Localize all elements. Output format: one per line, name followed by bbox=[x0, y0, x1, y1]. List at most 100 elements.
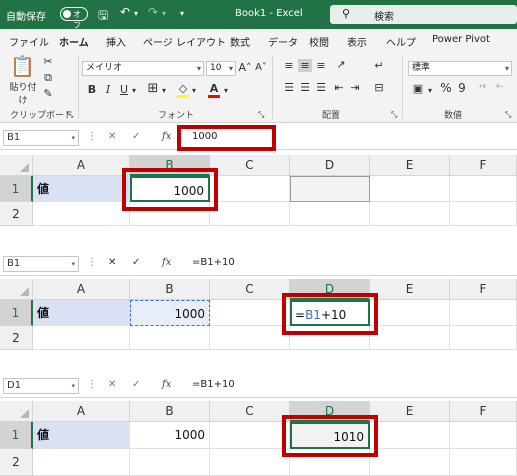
font-launcher-icon[interactable]: ⤡ bbox=[258, 108, 264, 121]
font-color-icon[interactable]: A bbox=[208, 82, 220, 95]
cell-b2[interactable] bbox=[130, 449, 210, 476]
cell-e2[interactable] bbox=[370, 202, 450, 226]
cut-icon[interactable]: ✂ bbox=[42, 55, 54, 68]
cell-e2[interactable] bbox=[370, 449, 450, 476]
copy-icon[interactable]: ⧉ bbox=[42, 71, 54, 84]
tab-power-pivot[interactable]: Power Pivot bbox=[432, 34, 490, 45]
align-center-icon[interactable]: ☰ bbox=[298, 81, 312, 94]
cancel-icon[interactable]: ✕ bbox=[108, 131, 116, 142]
clipboard-launcher-icon[interactable]: ⤡ bbox=[67, 108, 73, 121]
cell-b1[interactable]: 1000 bbox=[130, 300, 210, 326]
redo-icon[interactable]: ↷ bbox=[148, 5, 158, 19]
cell-c1[interactable] bbox=[210, 422, 290, 449]
cell-c1[interactable] bbox=[210, 176, 290, 202]
bold-button[interactable]: B bbox=[86, 83, 98, 96]
row-header-2[interactable]: 2 bbox=[0, 202, 33, 226]
row-header-1[interactable]: 1 bbox=[0, 300, 33, 326]
name-box[interactable]: D1 ▾ bbox=[3, 378, 79, 394]
select-all-corner[interactable] bbox=[0, 155, 33, 176]
align-right-icon[interactable]: ☰ bbox=[314, 81, 328, 94]
tab-formulas[interactable]: 数式 bbox=[230, 34, 250, 49]
column-header-c[interactable]: C bbox=[210, 279, 290, 300]
column-header-c[interactable]: C bbox=[210, 155, 290, 176]
insert-function-icon[interactable]: fx bbox=[162, 379, 171, 390]
cell-a1[interactable]: 値 bbox=[33, 422, 130, 449]
tab-insert[interactable]: 挿入 bbox=[106, 34, 126, 49]
cell-e1[interactable] bbox=[370, 300, 450, 326]
orientation-icon[interactable]: ↗ bbox=[334, 58, 348, 71]
cell-b2[interactable] bbox=[130, 326, 210, 350]
percent-button[interactable]: % bbox=[440, 82, 452, 95]
enter-icon[interactable]: ✓ bbox=[132, 257, 140, 268]
row-header-2[interactable]: 2 bbox=[0, 449, 33, 476]
cell-c2[interactable] bbox=[210, 326, 290, 350]
font-name-dropdown[interactable]: メイリオ ▾ bbox=[82, 61, 204, 76]
chevron-down-icon[interactable]: ▾ bbox=[130, 84, 138, 97]
undo-icon[interactable]: ↶ bbox=[120, 5, 130, 19]
underline-button[interactable]: U bbox=[118, 83, 130, 96]
tab-help[interactable]: ヘルプ bbox=[386, 34, 416, 49]
cell-c1[interactable] bbox=[210, 300, 290, 326]
cell-c2[interactable] bbox=[210, 202, 290, 226]
tab-file[interactable]: ファイル bbox=[9, 34, 49, 49]
cell-e2[interactable] bbox=[370, 326, 450, 350]
decrease-indent-icon[interactable]: ⇤ bbox=[332, 81, 346, 94]
column-header-f[interactable]: F bbox=[450, 279, 517, 300]
undo-dropdown-icon[interactable]: ▾ bbox=[134, 9, 138, 18]
cell-a2[interactable] bbox=[33, 449, 130, 476]
align-middle-icon[interactable]: ≡ bbox=[298, 59, 312, 72]
chevron-down-icon[interactable]: ▾ bbox=[426, 84, 434, 97]
autosave-toggle[interactable]: オフ bbox=[60, 7, 88, 30]
cell-a2[interactable] bbox=[33, 326, 130, 350]
insert-function-icon[interactable]: fx bbox=[162, 131, 171, 142]
cancel-icon[interactable]: ✕ bbox=[108, 257, 116, 268]
cell-f2[interactable] bbox=[450, 202, 517, 226]
increase-decimal-icon[interactable]: ⁺⁰ bbox=[474, 81, 490, 94]
format-painter-icon[interactable]: ✎ bbox=[42, 87, 54, 100]
column-header-a[interactable]: A bbox=[33, 155, 130, 176]
chevron-down-icon[interactable]: ▾ bbox=[160, 84, 168, 97]
cell-f1[interactable] bbox=[450, 300, 517, 326]
cell-a1[interactable]: 値 bbox=[33, 300, 130, 326]
font-size-dropdown[interactable]: 10 ▾ bbox=[206, 61, 236, 76]
column-header-c[interactable]: C bbox=[210, 401, 290, 422]
enter-icon[interactable]: ✓ bbox=[132, 131, 140, 142]
tab-view[interactable]: 表示 bbox=[347, 34, 367, 49]
cell-d2[interactable] bbox=[290, 202, 370, 226]
cell-f1[interactable] bbox=[450, 422, 517, 449]
chevron-down-icon[interactable]: ▾ bbox=[222, 84, 230, 97]
save-icon[interactable]: 🖫 bbox=[98, 6, 108, 27]
number-launcher-icon[interactable]: ⤡ bbox=[505, 108, 511, 121]
chevron-down-icon[interactable]: ▾ bbox=[190, 84, 198, 97]
tab-data[interactable]: データ bbox=[268, 34, 298, 49]
currency-icon[interactable]: ▣ bbox=[410, 82, 426, 95]
column-header-d[interactable]: D bbox=[290, 155, 370, 176]
column-header-e[interactable]: E bbox=[370, 401, 450, 422]
paste-label[interactable]: 貼り付け bbox=[6, 82, 40, 108]
decrease-font-icon[interactable]: A˅ bbox=[254, 61, 268, 74]
column-header-b[interactable]: B bbox=[130, 401, 210, 422]
cell-a1[interactable]: 値 bbox=[33, 176, 130, 202]
name-box[interactable]: B1 ▾ bbox=[3, 130, 79, 146]
column-header-e[interactable]: E bbox=[370, 279, 450, 300]
align-left-icon[interactable]: ☰ bbox=[282, 81, 296, 94]
column-header-b[interactable]: B bbox=[130, 279, 210, 300]
paste-icon[interactable]: 📋 bbox=[10, 55, 35, 77]
number-format-dropdown[interactable]: 標準 ▾ bbox=[408, 61, 512, 76]
italic-button[interactable]: I bbox=[102, 83, 114, 96]
insert-function-icon[interactable]: fx bbox=[162, 257, 171, 268]
cell-f2[interactable] bbox=[450, 326, 517, 350]
formula-content[interactable]: =B1+10 bbox=[192, 379, 235, 390]
merge-center-icon[interactable]: ⊟ bbox=[372, 81, 386, 94]
comma-button[interactable]: 9 bbox=[456, 82, 468, 95]
select-all-corner[interactable] bbox=[0, 401, 33, 422]
cell-e1[interactable] bbox=[370, 176, 450, 202]
alignment-launcher-icon[interactable]: ⤡ bbox=[391, 108, 397, 121]
search-box[interactable]: ⚲ 検索 bbox=[330, 5, 517, 24]
column-header-a[interactable]: A bbox=[33, 401, 130, 422]
column-header-a[interactable]: A bbox=[33, 279, 130, 300]
cell-a2[interactable] bbox=[33, 202, 130, 226]
row-header-2[interactable]: 2 bbox=[0, 326, 33, 350]
decrease-decimal-icon[interactable]: ⁰⁻ bbox=[492, 81, 508, 94]
cell-f2[interactable] bbox=[450, 449, 517, 476]
